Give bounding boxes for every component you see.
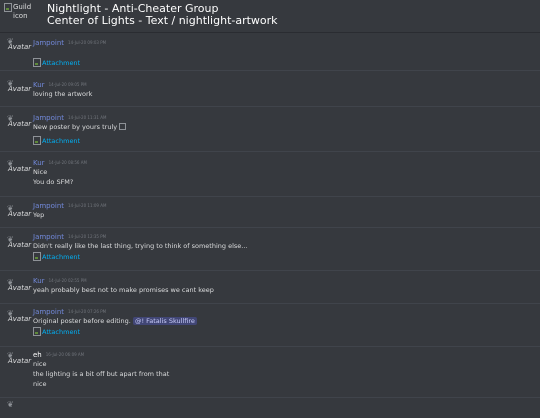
message-text-content: Original poster before editing. [33, 317, 131, 325]
message-group: ❦ Avatar Jampoint 14-Jul-20 11:09 AM Yep [0, 197, 540, 228]
channel-header: Guild icon Nightlight - Anti-Cheater Gro… [0, 0, 540, 32]
message-text: Original poster before editing. @! Fatal… [33, 317, 197, 325]
avatar[interactable]: ❦ Avatar [7, 310, 32, 327]
attachment-label[interactable]: Attachment [42, 59, 80, 67]
message-group: ❦ Avatar Jampoint 14-Jul-20 09:03 PM Atta… [0, 33, 540, 71]
message-group: ❦ Avatar eh 16-Jul-20 06:09 AM nice the l… [0, 347, 540, 398]
avatar[interactable]: ❦ Avatar [7, 38, 32, 55]
message-timestamp: 14-Jul-20 11:09 AM [68, 203, 107, 208]
author-name[interactable]: Kur [33, 159, 45, 167]
message-group: ❦ Avatar Jampoint 14-Jul-20 11:31 AM New … [0, 107, 540, 152]
author-name[interactable]: Kur [33, 277, 45, 285]
author-name[interactable]: Jampoint [33, 39, 64, 47]
avatar-alt-text: Avatar [8, 120, 32, 128]
avatar-alt-text: Avatar [8, 315, 32, 323]
message-text: the lighting is a bit off but apart from… [33, 370, 170, 378]
message-text: yeah probably best not to make promises … [33, 286, 214, 294]
avatar[interactable]: ❦ Avatar [7, 205, 32, 222]
message-text: Yep [33, 211, 45, 219]
message-text: nice [33, 380, 47, 388]
avatar[interactable]: ❦ Avatar [7, 279, 32, 296]
broken-image-icon [33, 136, 41, 145]
message-text: Didn't really like the last thing, tryin… [33, 242, 248, 250]
avatar-alt-text: Avatar [8, 284, 32, 292]
broken-image-icon [33, 252, 41, 261]
message-timestamp: 14-Jul-20 02:55 PM [48, 278, 87, 283]
broken-image-icon [33, 327, 41, 336]
avatar[interactable]: ❦ Avatar [7, 236, 32, 253]
message-timestamp: 14-Jul-20 12:35 PM [68, 234, 107, 239]
message-group-partial: ❦ [0, 398, 540, 409]
message-timestamp: 16-Jul-20 06:09 AM [45, 352, 85, 357]
user-mention[interactable]: @! Fatalis Skullfire [132, 317, 197, 325]
broken-image-icon [4, 3, 12, 12]
guild-icon-alt-text: Guild icon [13, 3, 32, 20]
message-timestamp: 14-Jul-20 08:56 AM [48, 160, 87, 165]
author-name[interactable]: Jampoint [33, 308, 64, 316]
message-group: ❦ Avatar Jampoint 14-Jul-20 12:35 PM Didn… [0, 228, 540, 271]
avatar[interactable]: ❦ Avatar [7, 160, 32, 177]
avatar-alt-text: Avatar [8, 241, 32, 249]
avatar-alt-text: Avatar [8, 210, 32, 218]
attachment-label[interactable]: Attachment [42, 137, 80, 145]
author-name[interactable]: Jampoint [33, 233, 64, 241]
author-name[interactable]: Kur [33, 81, 45, 89]
attachment-link[interactable]: Attachment [33, 327, 80, 336]
avatar[interactable]: ❦ Avatar [7, 80, 32, 97]
message-timestamp: 14-Jul-20 07:26 PM [68, 309, 107, 314]
avatar-alt-text: Avatar [8, 85, 32, 93]
avatar[interactable]: ❦ [7, 401, 29, 418]
author-name[interactable]: eh [33, 351, 42, 359]
attachment-link[interactable]: Attachment [33, 136, 80, 145]
message-group: ❦ Avatar Kur 14-Jul-20 09:05 PM loving th… [0, 71, 540, 107]
message-group: ❦ Avatar Jampoint 14-Jul-20 07:26 PM Orig… [0, 304, 540, 347]
avatar[interactable]: ❦ Avatar [7, 352, 32, 369]
message-timestamp: 14-Jul-20 09:05 PM [48, 82, 87, 87]
message-text: loving the artwork [33, 90, 93, 98]
message-timestamp: 14-Jul-20 11:31 AM [68, 115, 107, 120]
message-group: ❦ Avatar Kur 14-Jul-20 02:55 PM yeah prob… [0, 271, 540, 304]
channel-path: Center of Lights - Text / nightlight-art… [47, 14, 278, 27]
guild-icon: Guild icon [4, 3, 42, 29]
avatar-alt-text: Avatar [8, 165, 32, 173]
message-group: ❦ Avatar Kur 14-Jul-20 08:56 AM Nice You … [0, 152, 540, 197]
avatar-alt-text: Avatar [8, 43, 32, 51]
broken-image-icon [33, 58, 41, 67]
avatar[interactable]: ❦ Avatar [7, 115, 32, 132]
avatar-alt-text: Avatar [8, 357, 32, 365]
attachment-link[interactable]: Attachment [33, 58, 80, 67]
attachment-label[interactable]: Attachment [42, 328, 80, 336]
message-text: New poster by yours truly [33, 123, 127, 131]
author-name[interactable]: Jampoint [33, 202, 64, 210]
message-text: Nice [33, 168, 48, 176]
embedded-image-icon[interactable] [119, 123, 127, 130]
message-text: You do SFM? [33, 178, 74, 186]
message-text-content: New poster by yours truly [33, 123, 118, 131]
author-name[interactable]: Jampoint [33, 114, 64, 122]
attachment-link[interactable]: Attachment [33, 252, 80, 261]
message-timestamp: 14-Jul-20 09:03 PM [68, 40, 107, 45]
attachment-label[interactable]: Attachment [42, 253, 80, 261]
message-text: nice [33, 360, 47, 368]
